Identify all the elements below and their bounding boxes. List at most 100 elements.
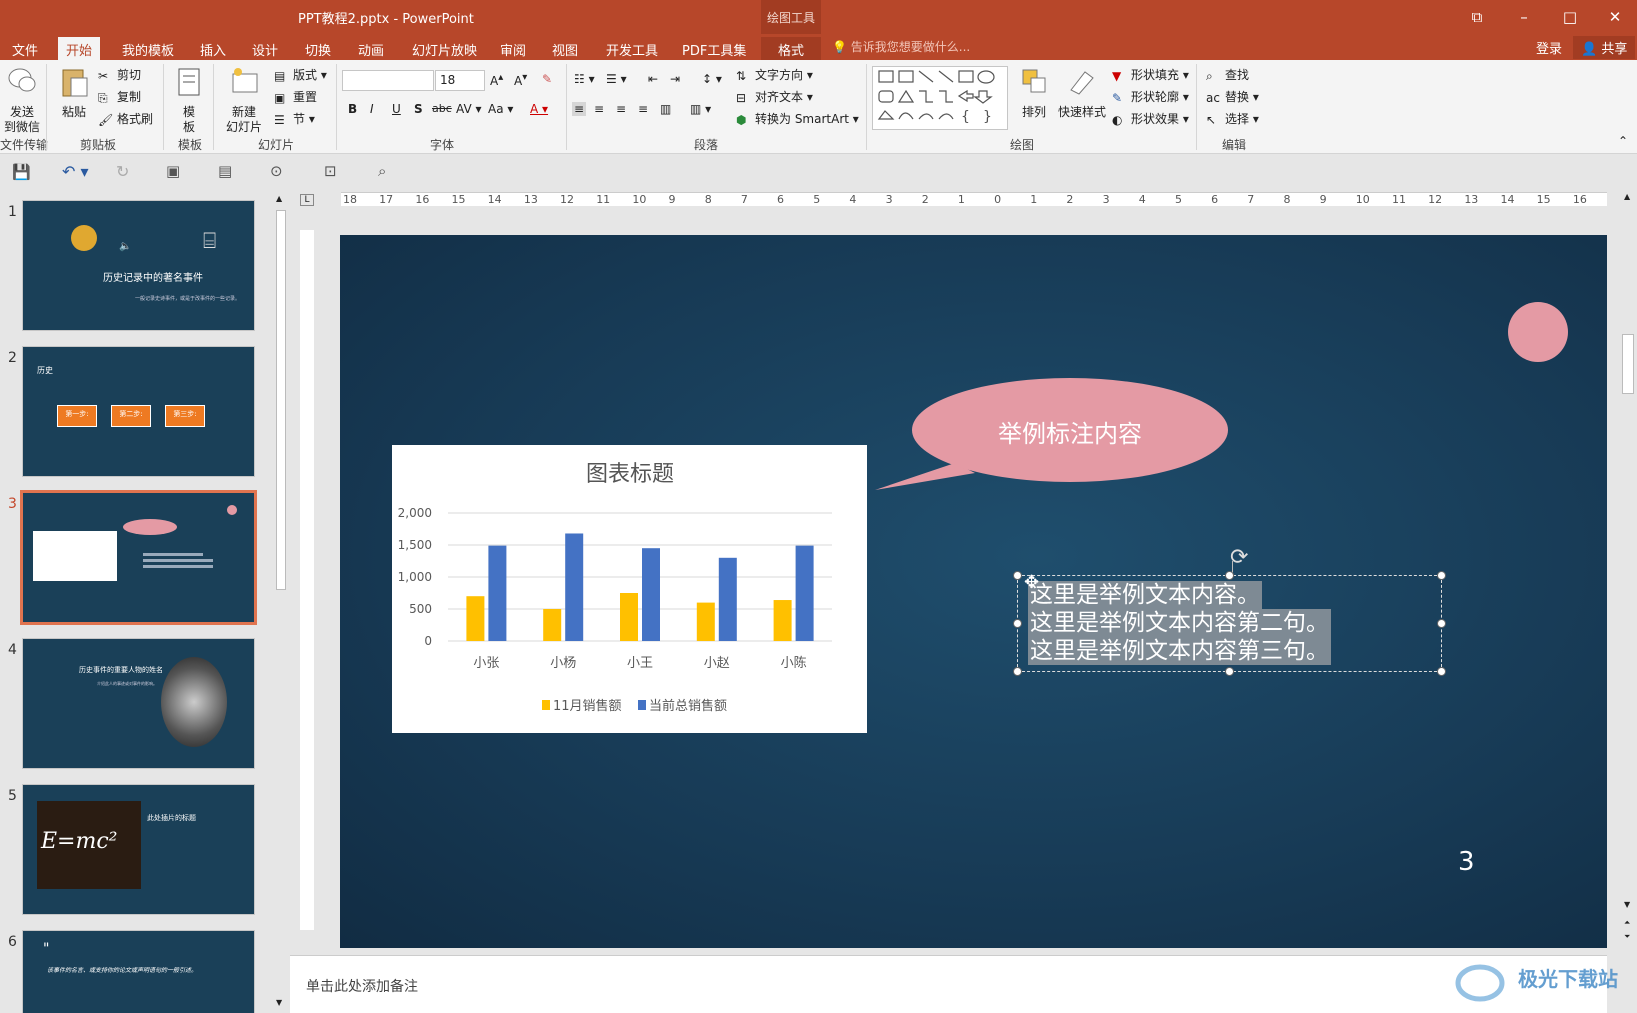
resize-handle-e[interactable] [1437,619,1446,628]
convert-smartart-button[interactable]: ⬢ 转换为 SmartArt ▾ [736,110,859,127]
presenter-icon[interactable]: ⊙ [270,162,283,180]
cut-button[interactable]: ✂ 剪切 [98,66,141,83]
chart-object[interactable]: 图表标题 2,000 1,500 1,000 500 0 小张 小杨 小王 小赵 小陈 11月销… [392,445,867,733]
tab-file[interactable]: 文件 [4,37,46,60]
bold-icon[interactable]: B [348,102,357,116]
send-to-wechat-button[interactable]: 发送 到微信 [4,66,40,135]
clear-formatting-icon[interactable]: ✎ [542,72,552,86]
numbering-icon[interactable]: ☰ ▾ [606,72,627,86]
find-button[interactable]: ⌕ 查找 [1206,66,1249,83]
ribbon-display-options-icon[interactable]: ⧉ [1462,5,1492,29]
tab-view[interactable]: 视图 [544,37,586,60]
tab-pdf-tools[interactable]: PDF工具集 [674,37,754,60]
previous-slide-icon[interactable]: ⏶ [1624,918,1630,928]
replace-button[interactable]: ac 替换 ▾ [1206,88,1259,105]
strikethrough-icon[interactable]: abc [432,102,452,115]
from-beginning-icon[interactable]: ▣ [166,162,180,180]
quick-styles-button[interactable]: 快速样式 [1056,66,1108,120]
paste-button[interactable]: 粘贴 [58,66,90,120]
align-right-icon[interactable]: ≡ [616,102,626,116]
notes-placeholder[interactable]: 单击此处添加备注 [306,976,418,996]
decrease-font-size-icon[interactable]: A▾ [514,72,527,88]
shape-effects-button[interactable]: ◐ 形状效果 ▾ [1112,110,1189,127]
new-slide-button[interactable]: 新建 幻灯片 [220,66,268,135]
tab-insert[interactable]: 插入 [192,37,234,60]
columns-icon[interactable]: ▥ ▾ [690,102,711,116]
text-line-3[interactable]: 这里是举例文本内容第三句。 [1028,637,1331,665]
font-size-combo[interactable]: 18 [435,70,485,91]
selected-text-box[interactable]: 这里是举例文本内容。 这里是举例文本内容第二句。 这里是举例文本内容第三句。 ✥ [1013,571,1446,676]
slide-thumbnail-3[interactable] [20,490,257,625]
print-preview-icon[interactable]: ⌕ [378,162,386,180]
layout-button[interactable]: ▤ 版式 ▾ [274,66,327,83]
scroll-down-icon[interactable]: ▼ [1624,900,1630,909]
share-button[interactable]: 👤 共享 [1573,36,1636,59]
scrollbar-thumb[interactable] [276,210,286,590]
arrange-button[interactable]: 排列 [1016,66,1052,120]
resize-handle-sw[interactable] [1013,667,1022,676]
undo-icon[interactable]: ↶ ▾ [62,162,89,181]
distributed-icon[interactable]: ▥ [660,102,671,116]
slide-thumbnail-2[interactable]: 历史 第一步: 第二步: 第三步: [22,346,255,477]
resize-handle-ne[interactable] [1437,571,1446,580]
tell-me-search[interactable]: 💡 告诉我您想要做什么... [832,38,970,55]
save-icon[interactable]: 💾 [12,163,31,181]
tab-my-templates[interactable]: 我的模板 [114,37,182,60]
scrollbar-thumb[interactable] [1622,334,1634,394]
shadow-icon[interactable]: S [414,102,423,116]
format-painter-button[interactable]: 🖌 格式刷 [98,110,153,127]
thumbnails-scrollbar[interactable]: ▲ ▼ [274,190,288,1013]
template-button[interactable]: 模 板 [172,66,206,135]
font-color-icon[interactable]: A ▾ [530,102,548,116]
font-name-combo[interactable] [342,70,434,91]
select-button[interactable]: ↖ 选择 ▾ [1206,110,1259,127]
scroll-up-icon[interactable]: ▲ [1624,192,1630,201]
align-center-icon[interactable]: ≡ [594,102,604,116]
tab-slideshow[interactable]: 幻灯片放映 [404,37,485,60]
slideshow-icon[interactable]: ⊡ [324,162,337,180]
tab-format[interactable]: 格式 [761,37,821,60]
collapse-ribbon-icon[interactable]: ⌃ [1618,134,1628,148]
text-box-icon[interactable]: ▤ [218,162,232,180]
decrease-indent-icon[interactable]: ⇤ [648,72,658,86]
close-button[interactable]: ✕ [1600,5,1630,29]
slide-thumbnail-5[interactable]: E=mc² 此处插片的标题 [22,784,255,915]
tab-developer[interactable]: 开发工具 [598,37,666,60]
sign-in-link[interactable]: 登录 [1536,38,1562,57]
tab-animations[interactable]: 动画 [350,37,392,60]
text-direction-button[interactable]: ⇅ 文字方向 ▾ [736,66,813,83]
slide-canvas[interactable]: 图表标题 2,000 1,500 1,000 500 0 小张 小杨 小王 小赵 小陈 11月销… [340,235,1607,948]
minimize-button[interactable]: – [1509,5,1539,29]
tab-design[interactable]: 设计 [244,37,286,60]
underline-icon[interactable]: U [392,102,401,116]
character-spacing-icon[interactable]: AV ▾ [456,102,482,116]
resize-handle-n[interactable] [1225,571,1234,580]
vertical-ruler[interactable] [300,230,314,930]
shape-fill-button[interactable]: ▼ 形状填充 ▾ [1112,66,1189,83]
bullets-icon[interactable]: ☷ ▾ [574,72,595,86]
resize-handle-nw[interactable] [1013,571,1022,580]
justify-icon[interactable]: ≡ [638,102,648,116]
scroll-down-icon[interactable]: ▼ [276,998,282,1007]
italic-icon[interactable]: I [370,102,374,116]
pink-circle-shape[interactable] [1508,302,1568,362]
slide-scrollbar[interactable]: ▲ ▼ ⏶ ⏷ [1620,190,1637,950]
change-case-icon[interactable]: Aa ▾ [488,102,513,116]
resize-handle-se[interactable] [1437,667,1446,676]
slide-thumbnail-1[interactable]: 🔈 ⌸ 历史记录中的著名事件 一般记录史诗事件，或是于改事件的一些记录。 [22,200,255,331]
slide-thumbnail-4[interactable]: 历史事件的重要人物的姓名 介绍此人的事迹或对事件的影响。 [22,638,255,769]
horizontal-ruler[interactable]: 18 17 16 15 14 13 12 11 10 9 8 7 6 5 4 3 2 1 0 1 2 3 4 5 6 7 8 9 10 1… [341,192,1607,206]
notes-pane[interactable]: 单击此处添加备注 [290,955,1607,1013]
text-line-1[interactable]: 这里是举例文本内容。 [1028,581,1262,609]
next-slide-icon[interactable]: ⏷ [1624,932,1630,942]
increase-indent-icon[interactable]: ⇥ [670,72,680,86]
align-text-button[interactable]: ⊟ 对齐文本 ▾ [736,88,813,105]
text-line-2[interactable]: 这里是举例文本内容第二句。 [1028,609,1331,637]
slide-thumbnail-6[interactable]: " 该事件的名言、或支持你的论文或声明语句的一般引述。 [22,930,255,1013]
section-button[interactable]: ☰ 节 ▾ [274,110,315,127]
tab-selector[interactable]: L [300,194,314,206]
scroll-up-icon[interactable]: ▲ [276,194,282,203]
line-spacing-icon[interactable]: ↕ ▾ [702,72,722,86]
resize-handle-s[interactable] [1225,667,1234,676]
align-left-icon[interactable]: ≡ [572,102,587,116]
